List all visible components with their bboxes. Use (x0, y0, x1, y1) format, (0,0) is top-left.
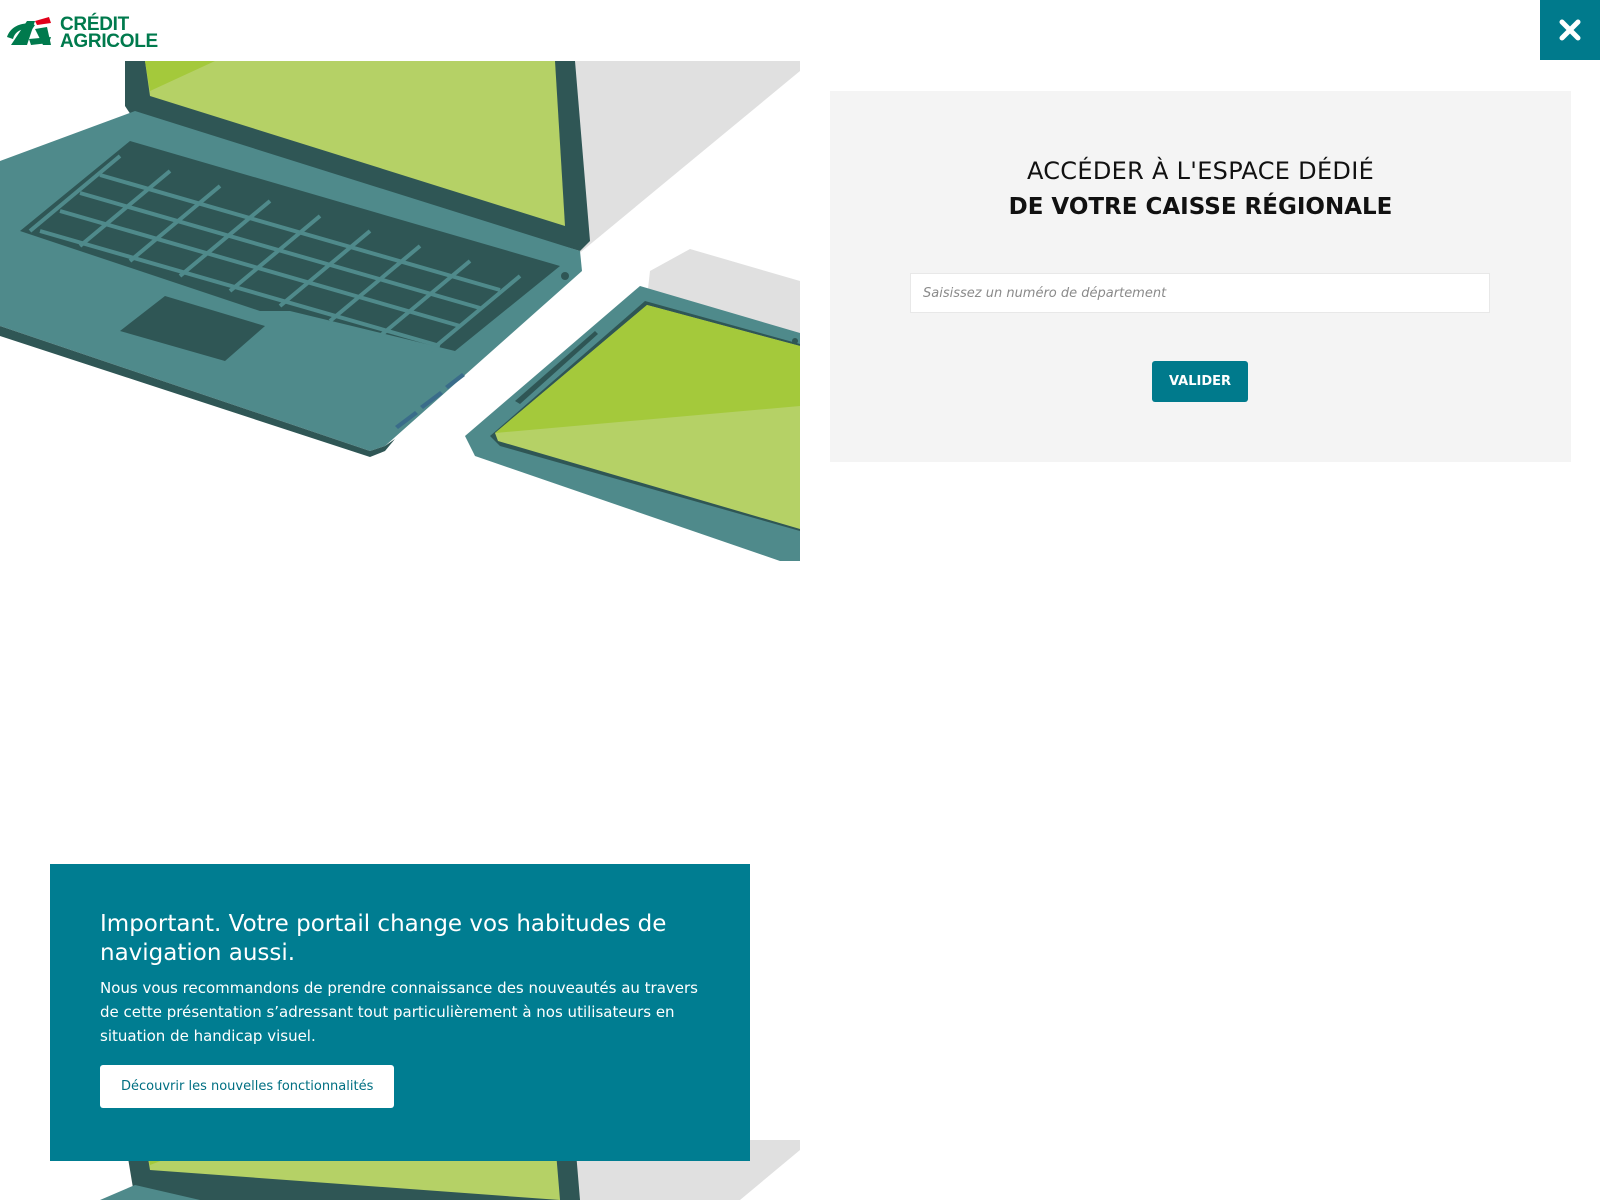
department-number-input[interactable] (910, 273, 1490, 313)
caisse-regionale-panel: ACCÉDER À L'ESPACE DÉDIÉ DE VOTRE CAISSE… (830, 91, 1571, 462)
header: CRÉDIT AGRICOLE (0, 0, 1600, 61)
credit-agricole-logo[interactable]: CRÉDIT AGRICOLE (5, 15, 158, 51)
panel-title: ACCÉDER À L'ESPACE DÉDIÉ DE VOTRE CAISSE… (830, 153, 1571, 225)
logo-wordmark: CRÉDIT AGRICOLE (60, 15, 158, 52)
panel-title-line-2: DE VOTRE CAISSE RÉGIONALE (1008, 194, 1393, 220)
notice-text: Nous vous recommandons de prendre connai… (100, 979, 698, 1045)
panel-title-line-1: ACCÉDER À L'ESPACE DÉDIÉ (1026, 157, 1375, 185)
ca-logo-icon (7, 17, 51, 45)
valider-button[interactable]: VALIDER (1152, 361, 1248, 402)
close-button[interactable] (1540, 0, 1600, 60)
close-icon (1559, 19, 1581, 41)
devices-illustration (0, 61, 800, 561)
navigation-notice: Important. Votre portail change vos habi… (50, 864, 750, 1161)
discover-features-button[interactable]: Découvrir les nouvelles fonctionnalités (100, 1065, 395, 1108)
logo-line-2: AGRICOLE (60, 31, 158, 52)
notice-title: Important. Votre portail change vos habi… (100, 911, 667, 966)
